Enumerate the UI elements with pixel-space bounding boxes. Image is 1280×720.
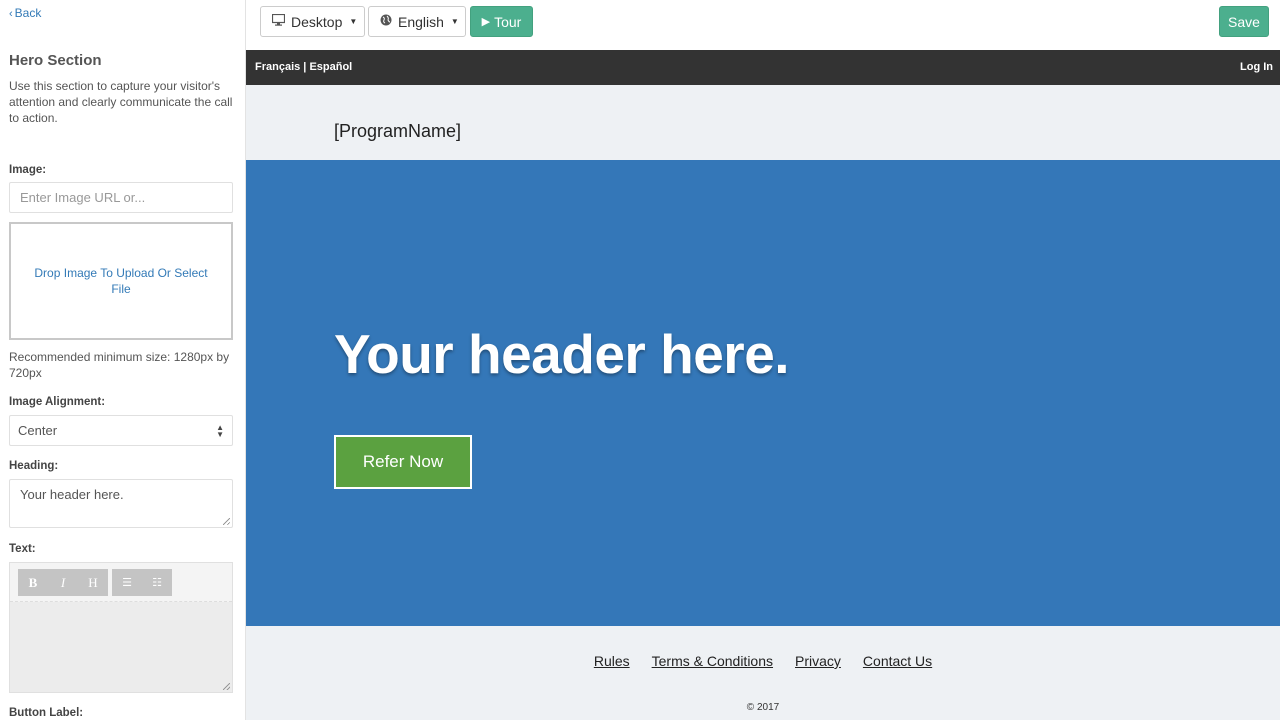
preview-header: [ProgramName] xyxy=(246,85,1280,160)
text-editor[interactable]: B I H ☰ ☷ xyxy=(9,562,233,693)
copyright: © 2017 xyxy=(746,702,780,713)
language-links: Français | Español xyxy=(255,61,352,73)
refer-now-button[interactable]: Refer Now xyxy=(334,435,472,489)
tour-label: Tour xyxy=(494,13,522,30)
play-icon: ▶ xyxy=(481,16,491,28)
back-label: Back xyxy=(14,6,42,20)
editor-sidebar: ‹ Back Hero Section Use this section to c… xyxy=(0,0,246,720)
text-label: Text: xyxy=(9,543,36,555)
login-link[interactable]: Log In xyxy=(1240,61,1273,73)
image-alignment-value: Center xyxy=(18,423,58,438)
footer-links: Rules Terms & Conditions Privacy Contact… xyxy=(246,653,1280,669)
chevron-left-icon: ‹ xyxy=(9,8,13,20)
back-link[interactable]: ‹ Back xyxy=(9,6,41,20)
select-arrows-icon: ▲ ▼ xyxy=(216,422,224,439)
image-alignment-label: Image Alignment: xyxy=(9,396,106,408)
save-button[interactable]: Save xyxy=(1219,6,1269,37)
list-button-group: ☰ ☷ xyxy=(112,569,172,596)
language-label: English xyxy=(398,13,444,30)
format-button-group: B I H xyxy=(18,569,108,596)
lang-french-link[interactable]: Français xyxy=(255,61,300,73)
resize-grip-icon[interactable] xyxy=(223,683,230,690)
language-dropdown[interactable]: English ▼ xyxy=(368,6,466,37)
tour-button[interactable]: ▶ Tour xyxy=(470,6,533,37)
resize-grip-icon[interactable] xyxy=(223,518,230,525)
image-label: Image: xyxy=(9,164,47,176)
heading-button[interactable]: H xyxy=(78,569,108,596)
editor-toolbar: B I H ☰ ☷ xyxy=(10,563,232,602)
top-toolbar: Desktop ▼ English ▼ ▶ Tour Save xyxy=(246,0,1280,50)
image-url-input[interactable] xyxy=(9,182,233,213)
heading-textarea-value: Your header here. xyxy=(20,487,124,502)
caret-down-icon: ▼ xyxy=(450,17,459,26)
section-title: Hero Section xyxy=(9,52,102,69)
heading-textarea[interactable]: Your header here. xyxy=(9,479,233,528)
device-label: Desktop xyxy=(291,13,343,30)
dropzone-text: Drop Image To Upload Or Select File xyxy=(34,266,208,296)
globe-icon xyxy=(380,14,392,29)
device-dropdown[interactable]: Desktop ▼ xyxy=(260,6,365,37)
button-label-label: Button Label: xyxy=(9,707,84,719)
hero-heading: Your header here. xyxy=(334,323,790,385)
image-dropzone[interactable]: Drop Image To Upload Or Select File xyxy=(9,222,233,340)
footer-link-privacy[interactable]: Privacy xyxy=(795,653,841,669)
page-preview: Français | Español Log In [ProgramName] … xyxy=(246,50,1280,720)
bold-button[interactable]: B xyxy=(18,569,48,596)
caret-down-icon: ▼ xyxy=(349,17,358,26)
hero-section[interactable]: Your header here. Refer Now xyxy=(246,160,1280,626)
section-description: Use this section to capture your visitor… xyxy=(9,79,233,125)
italic-button[interactable]: I xyxy=(48,569,78,596)
program-name: [ProgramName] xyxy=(334,121,462,141)
footer-link-contact[interactable]: Contact Us xyxy=(863,653,932,669)
bullet-list-icon[interactable]: ☰ xyxy=(112,569,142,596)
footer-link-terms[interactable]: Terms & Conditions xyxy=(652,653,773,669)
monitor-icon xyxy=(271,13,286,29)
lang-spanish-link[interactable]: Español xyxy=(309,61,352,73)
heading-label: Heading: xyxy=(9,460,59,472)
image-alignment-select[interactable]: Center ▲ ▼ xyxy=(9,415,233,446)
image-size-hint: Recommended minimum size: 1280px by 720p… xyxy=(9,350,230,380)
preview-top-nav: Français | Español Log In xyxy=(246,50,1280,85)
footer-link-rules[interactable]: Rules xyxy=(594,653,630,669)
numbered-list-icon[interactable]: ☷ xyxy=(142,569,172,596)
